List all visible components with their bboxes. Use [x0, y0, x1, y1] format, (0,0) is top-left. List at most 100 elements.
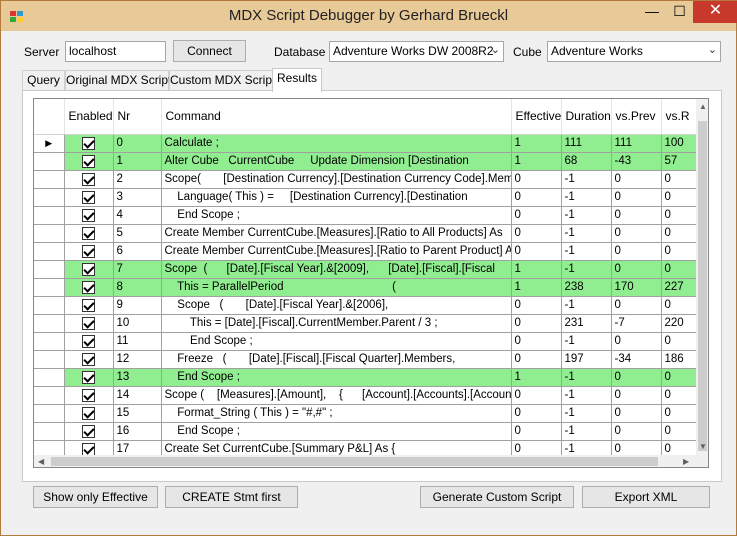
horizontal-scrollbar[interactable]: ◀ ▶: [34, 455, 696, 467]
scroll-up-arrow-icon[interactable]: ▲: [699, 102, 707, 111]
row-header[interactable]: [34, 404, 65, 423]
vs-prev-cell[interactable]: 0: [611, 170, 662, 189]
vs-r-cell[interactable]: 0: [661, 332, 696, 351]
vs-prev-cell[interactable]: 0: [611, 224, 662, 243]
nr-cell[interactable]: 0: [113, 134, 162, 153]
duration-cell[interactable]: -1: [561, 440, 612, 455]
duration-cell[interactable]: -1: [561, 368, 612, 387]
row-header[interactable]: [34, 422, 65, 441]
nr-cell[interactable]: 9: [113, 296, 162, 315]
vs-r-cell[interactable]: 0: [661, 188, 696, 207]
export-xml-button[interactable]: Export XML: [582, 486, 710, 508]
row-header[interactable]: [34, 350, 65, 369]
nr-cell[interactable]: 3: [113, 188, 162, 207]
scroll-down-arrow-icon[interactable]: ▼: [699, 442, 707, 451]
duration-cell[interactable]: -1: [561, 242, 612, 261]
server-input[interactable]: localhost: [65, 41, 166, 62]
row-header[interactable]: ▶: [34, 134, 65, 153]
vs-prev-cell[interactable]: 0: [611, 404, 662, 423]
enabled-cell[interactable]: [64, 296, 114, 315]
enabled-checkbox[interactable]: [82, 280, 95, 294]
duration-cell[interactable]: -1: [561, 188, 612, 207]
effective-cell[interactable]: 1: [511, 260, 562, 279]
vs-r-cell[interactable]: 0: [661, 404, 696, 423]
table-row[interactable]: 7 Scope ( [Date].[Fiscal Year].&[2009], […: [34, 260, 696, 279]
vs-prev-cell[interactable]: 0: [611, 368, 662, 387]
nr-cell[interactable]: 2: [113, 170, 162, 189]
vs-prev-cell[interactable]: -43: [611, 152, 662, 171]
table-row[interactable]: 15 Format_String ( This ) = "#,#" ; 0 -1 0 0: [34, 404, 696, 423]
row-header[interactable]: [34, 386, 65, 405]
enabled-cell[interactable]: [64, 332, 114, 351]
column-header-vs-r[interactable]: vs.R: [661, 99, 696, 135]
vs-r-cell[interactable]: 0: [661, 206, 696, 225]
effective-cell[interactable]: 0: [511, 404, 562, 423]
command-cell[interactable]: End Scope ;: [161, 368, 512, 387]
vs-prev-cell[interactable]: -7: [611, 314, 662, 333]
table-row[interactable]: 11 End Scope ; 0 -1 0 0: [34, 332, 696, 351]
enabled-checkbox[interactable]: [82, 136, 95, 150]
table-row[interactable]: 6 Create Member CurrentCube.[Measures].[R…: [34, 242, 696, 261]
nr-cell[interactable]: 7: [113, 260, 162, 279]
vs-r-cell[interactable]: 0: [661, 386, 696, 405]
enabled-checkbox[interactable]: [82, 424, 95, 438]
row-header[interactable]: [34, 206, 65, 225]
command-cell[interactable]: Scope ( [Measures].[Amount], { [Account]…: [161, 386, 512, 405]
enabled-checkbox[interactable]: [82, 172, 95, 186]
vs-r-cell[interactable]: 186: [661, 350, 696, 369]
command-cell[interactable]: End Scope ;: [161, 422, 512, 441]
enabled-cell[interactable]: [64, 242, 114, 261]
enabled-cell[interactable]: [64, 260, 114, 279]
enabled-cell[interactable]: [64, 170, 114, 189]
vs-prev-cell[interactable]: -34: [611, 350, 662, 369]
table-row[interactable]: 4 End Scope ; 0 -1 0 0: [34, 206, 696, 225]
table-row[interactable]: 13 End Scope ; 1 -1 0 0: [34, 368, 696, 387]
row-header[interactable]: [34, 368, 65, 387]
column-header-duration[interactable]: Duration: [561, 99, 612, 135]
nr-cell[interactable]: 14: [113, 386, 162, 405]
vs-r-cell[interactable]: 100: [661, 134, 696, 153]
table-row[interactable]: 12 Freeze ( [Date].[Fiscal].[Fiscal Quar…: [34, 350, 696, 369]
tab-original-mdx-script[interactable]: Original MDX Script: [65, 70, 171, 91]
connect-button[interactable]: Connect: [173, 40, 246, 62]
table-row[interactable]: 9 Scope ( [Date].[Fiscal Year].&[2006], 0…: [34, 296, 696, 315]
close-button[interactable]: ✕: [693, 1, 737, 23]
row-header[interactable]: [34, 224, 65, 243]
row-header[interactable]: [34, 242, 65, 261]
enabled-cell[interactable]: [64, 278, 114, 297]
scroll-right-arrow-icon[interactable]: ▶: [683, 457, 689, 466]
nr-cell[interactable]: 4: [113, 206, 162, 225]
nr-cell[interactable]: 15: [113, 404, 162, 423]
enabled-checkbox[interactable]: [82, 334, 95, 348]
enabled-checkbox[interactable]: [82, 352, 95, 366]
nr-cell[interactable]: 1: [113, 152, 162, 171]
vs-prev-cell[interactable]: 0: [611, 332, 662, 351]
duration-cell[interactable]: -1: [561, 422, 612, 441]
tab-results[interactable]: Results: [272, 68, 322, 92]
enabled-cell[interactable]: [64, 134, 114, 153]
column-header-effective[interactable]: Effective: [511, 99, 562, 135]
duration-cell[interactable]: -1: [561, 206, 612, 225]
enabled-checkbox[interactable]: [82, 370, 95, 384]
enabled-checkbox[interactable]: [82, 190, 95, 204]
command-cell[interactable]: End Scope ;: [161, 206, 512, 225]
show-only-effective-button[interactable]: Show only Effective: [33, 486, 158, 508]
enabled-checkbox[interactable]: [82, 298, 95, 312]
table-row[interactable]: 3 Language( This ) = [Destination Curren…: [34, 188, 696, 207]
vs-r-cell[interactable]: 0: [661, 296, 696, 315]
duration-cell[interactable]: -1: [561, 386, 612, 405]
minimize-button[interactable]: —: [638, 1, 666, 23]
duration-cell[interactable]: 111: [561, 134, 612, 153]
maximize-button[interactable]: ☐: [666, 1, 693, 23]
enabled-checkbox[interactable]: [82, 208, 95, 222]
enabled-checkbox[interactable]: [82, 388, 95, 402]
command-cell[interactable]: This = [Date].[Fiscal].CurrentMember.Par…: [161, 314, 512, 333]
vs-prev-cell[interactable]: 170: [611, 278, 662, 297]
table-row[interactable]: 17 Create Set CurrentCube.[Summary P&L] A…: [34, 440, 696, 455]
tab-custom-mdx-script[interactable]: Custom MDX Script: [169, 70, 275, 91]
duration-cell[interactable]: 68: [561, 152, 612, 171]
vs-r-cell[interactable]: 57: [661, 152, 696, 171]
row-header[interactable]: [34, 152, 65, 171]
duration-cell[interactable]: 238: [561, 278, 612, 297]
effective-cell[interactable]: 0: [511, 386, 562, 405]
